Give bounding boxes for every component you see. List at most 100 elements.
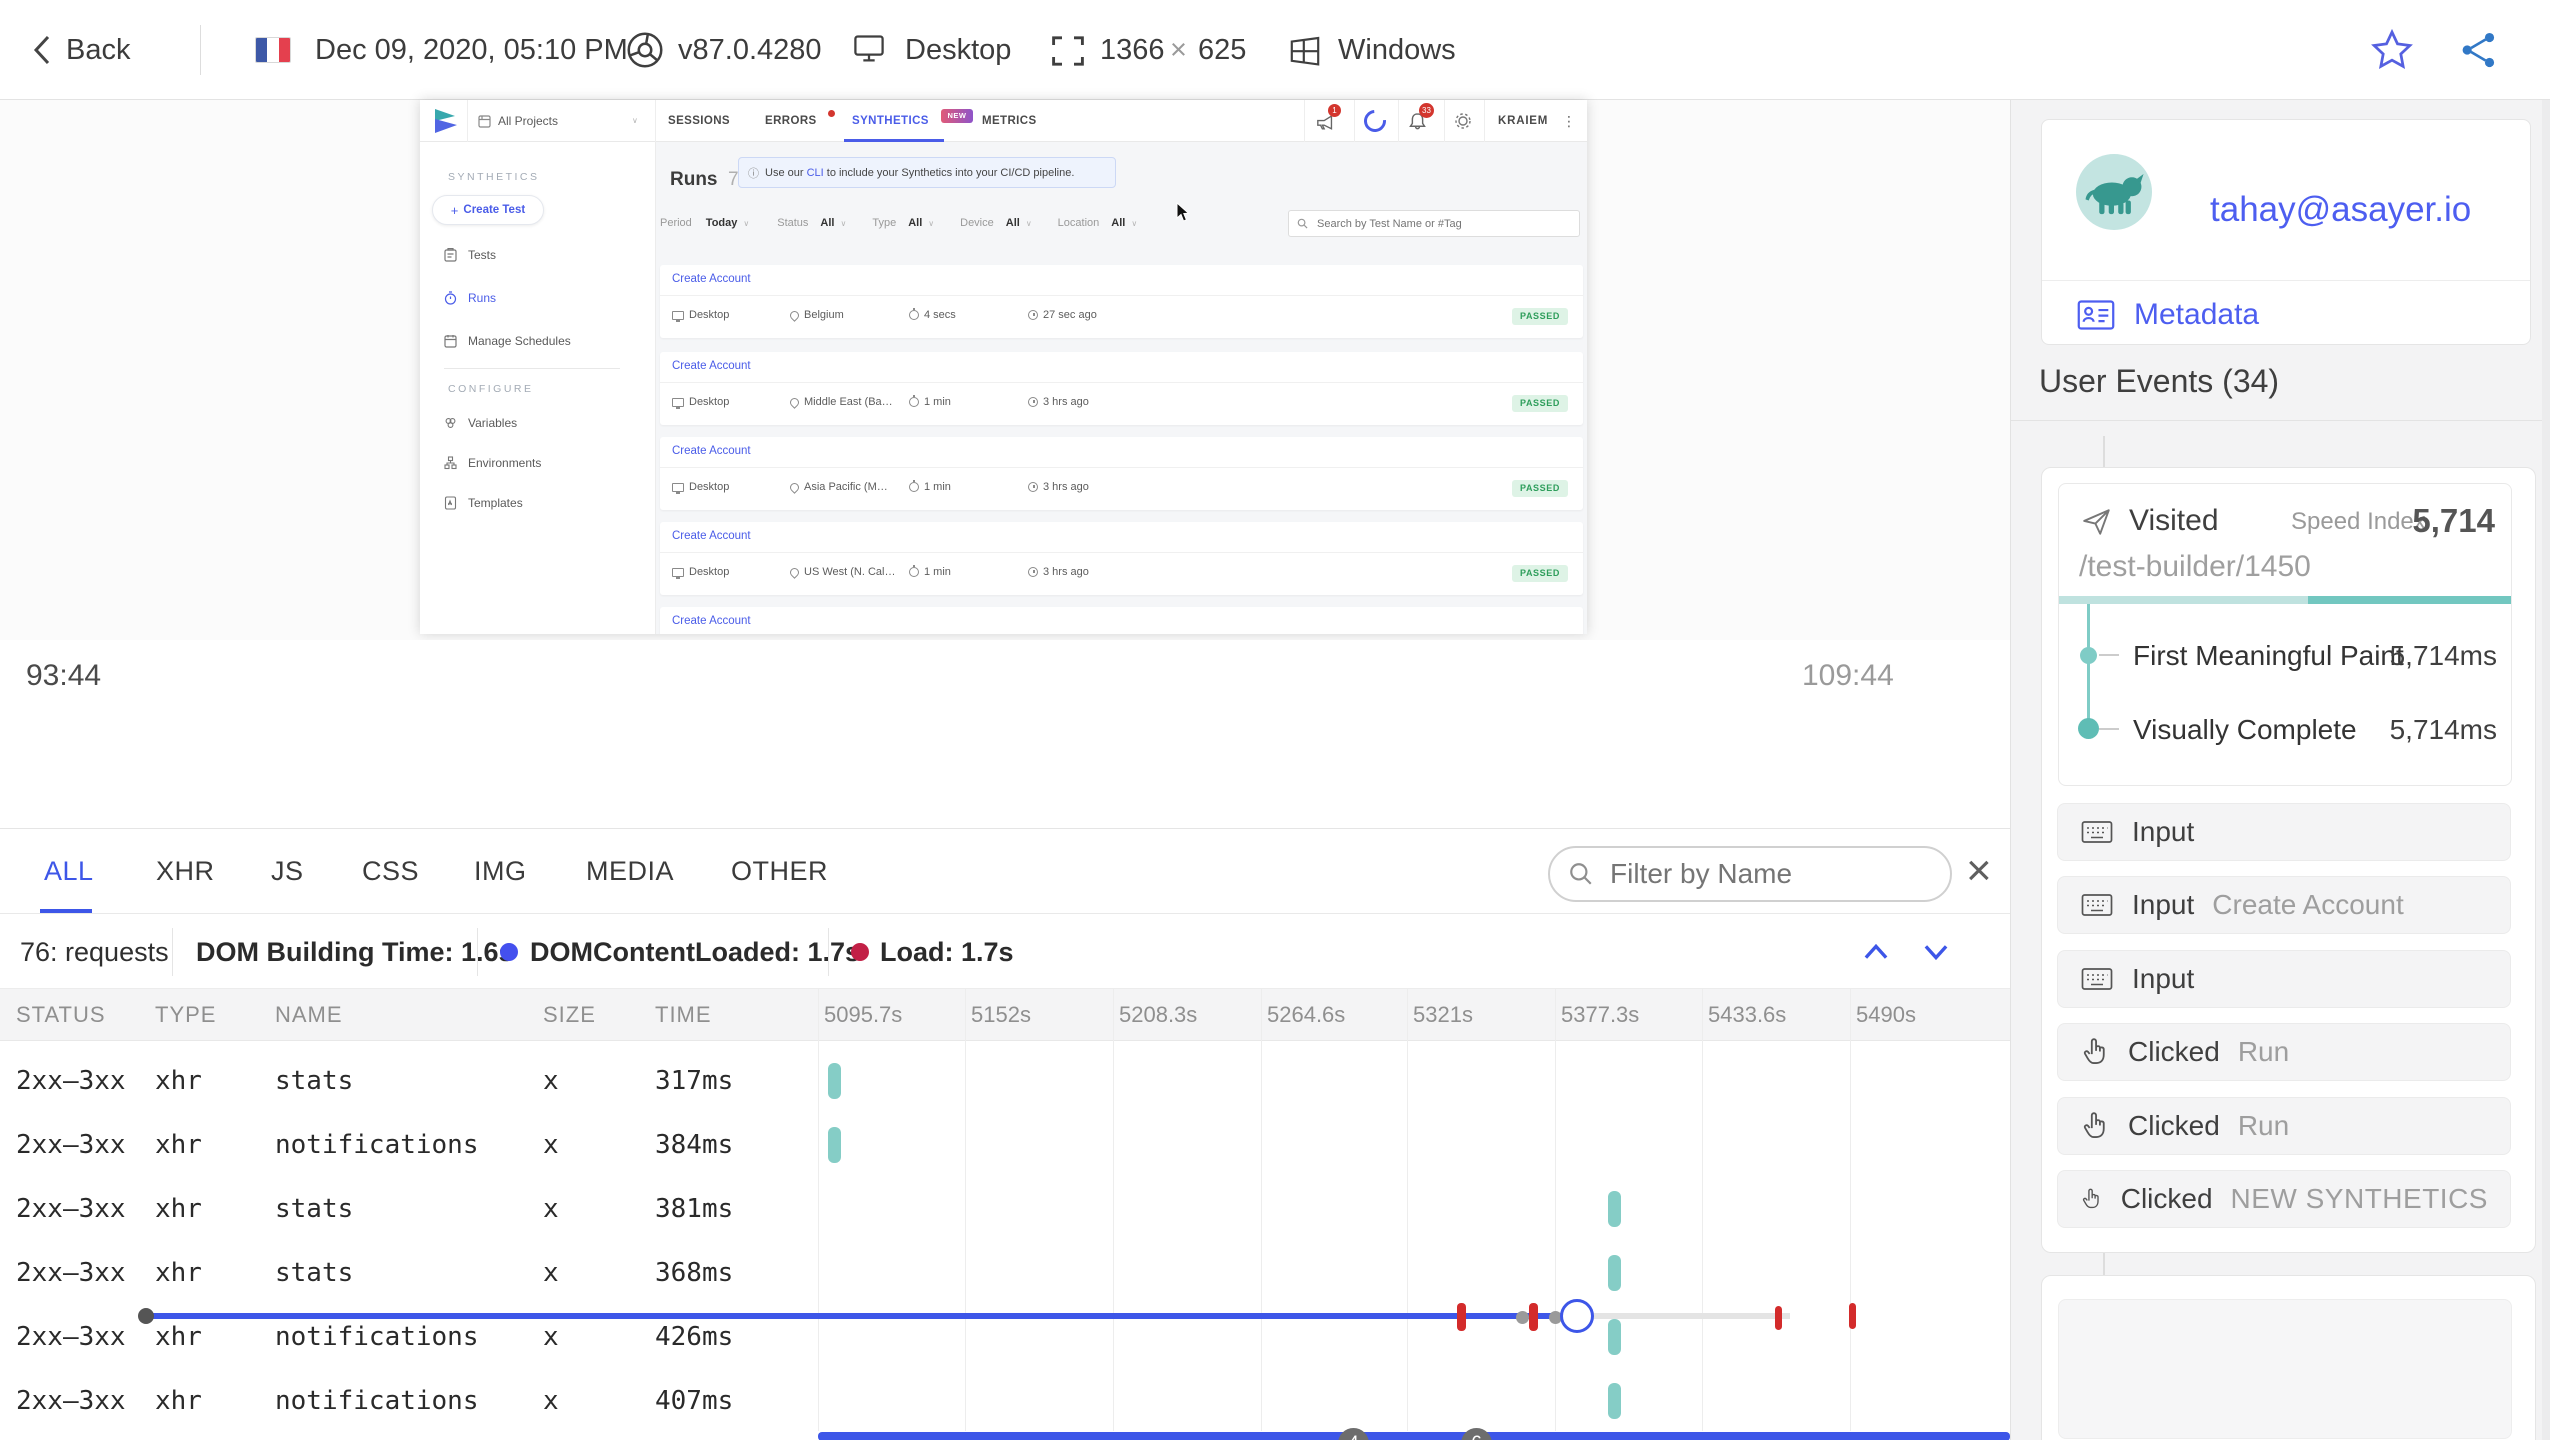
sidebar-scrollbar[interactable] bbox=[2542, 100, 2550, 1440]
run-title-link[interactable]: Create Account bbox=[672, 530, 751, 542]
duration-icon bbox=[909, 565, 919, 577]
tab-sessions[interactable]: SESSIONS bbox=[668, 100, 730, 142]
event-item-clicked[interactable]: Clicked NEW SYNTHETICS bbox=[2057, 1170, 2511, 1228]
device-icon bbox=[672, 397, 684, 409]
filter-location-value[interactable]: All bbox=[1111, 217, 1125, 229]
jump-down-icon[interactable] bbox=[1918, 934, 1954, 970]
settings-gear-icon[interactable] bbox=[1454, 112, 1472, 130]
tick-label: 5321s bbox=[1413, 1002, 1473, 1027]
user-menu[interactable]: KRAIEM bbox=[1498, 100, 1548, 142]
metric-dot bbox=[2078, 718, 2099, 739]
col-size[interactable]: SIZE bbox=[543, 989, 596, 1041]
sidebar-item-tests[interactable]: Tests bbox=[444, 248, 496, 262]
sidebar-item-manage-schedules[interactable]: Manage Schedules bbox=[444, 334, 571, 348]
timeline-progress bbox=[150, 1313, 1577, 1319]
net-tab-media[interactable]: MEDIA bbox=[586, 829, 674, 913]
event-item-clicked[interactable]: Clicked Run bbox=[2057, 1097, 2511, 1155]
request-row[interactable]: 2xx–3xx xhr stats x 381ms bbox=[0, 1177, 2010, 1241]
net-tab-img[interactable]: IMG bbox=[474, 829, 527, 913]
waterfall-scrollbar[interactable] bbox=[818, 1432, 2010, 1440]
run-title-link[interactable]: Create Account bbox=[672, 273, 751, 285]
back-button[interactable]: Back bbox=[66, 0, 130, 100]
network-summary-row: 76: requests DOM Building Time: 1.6s DOM… bbox=[0, 914, 2010, 989]
metric-connector-line bbox=[2087, 604, 2090, 728]
request-row[interactable]: 2xx–3xx xhr notifications x 407ms bbox=[0, 1369, 2010, 1433]
event-item-input[interactable]: Input Create Account bbox=[2057, 876, 2511, 934]
close-panel-icon[interactable]: × bbox=[1966, 843, 1992, 899]
dcl-marker-dot bbox=[500, 943, 518, 961]
run-card[interactable]: Create Account Desktop Middle East (Ba… … bbox=[660, 352, 1583, 425]
miniapp-sidebar: SYNTHETICS + Create Test Tests Runs Mana… bbox=[420, 142, 656, 634]
request-row[interactable]: 2xx–3xx xhr stats x 368ms bbox=[0, 1241, 2010, 1305]
filter-status-value[interactable]: All bbox=[820, 217, 834, 229]
speed-index-label: Speed Index bbox=[2291, 508, 2426, 535]
sidebar-section-configure: CONFIGURE bbox=[448, 383, 534, 395]
sidebar-item-templates[interactable]: Templates bbox=[444, 496, 523, 510]
request-waterfall-bar bbox=[1608, 1319, 1621, 1355]
timeline-error-marker[interactable] bbox=[1457, 1303, 1466, 1331]
kebab-menu-icon[interactable]: ⋮ bbox=[1562, 100, 1576, 142]
run-card[interactable]: Create Account Desktop Asia Pacific (M… … bbox=[660, 437, 1583, 510]
active-tab-underline bbox=[40, 909, 92, 913]
browser-version: v87.0.4280 bbox=[678, 34, 822, 66]
sidebar-item-runs[interactable]: Runs bbox=[444, 291, 496, 305]
filter-box[interactable] bbox=[1548, 846, 1952, 902]
runs-search-box[interactable] bbox=[1288, 210, 1580, 237]
timeline-error-marker[interactable] bbox=[1529, 1303, 1538, 1331]
net-tab-css[interactable]: CSS bbox=[362, 829, 419, 913]
variables-icon bbox=[445, 418, 456, 428]
playback-timeline[interactable]: 93:44 109:44 bbox=[0, 640, 2010, 1333]
timeline-event-dot[interactable] bbox=[1516, 1311, 1529, 1324]
filter-period-value[interactable]: Today bbox=[706, 217, 738, 229]
speed-index-value: 5,714 bbox=[2412, 502, 2495, 539]
col-type[interactable]: TYPE bbox=[155, 989, 216, 1041]
run-card[interactable]: Create Account Desktop US West (N. Cal… … bbox=[660, 522, 1583, 595]
jump-up-icon[interactable] bbox=[1858, 934, 1894, 970]
filter-type-value[interactable]: All bbox=[908, 217, 922, 229]
net-tab-all[interactable]: ALL bbox=[44, 829, 94, 913]
device-icon bbox=[672, 482, 684, 494]
back-chevron-icon[interactable] bbox=[30, 33, 56, 67]
col-name[interactable]: NAME bbox=[275, 989, 343, 1041]
net-tab-other[interactable]: OTHER bbox=[731, 829, 828, 913]
sidebar-item-environments[interactable]: Environments bbox=[444, 456, 541, 470]
tab-errors[interactable]: ERRORS bbox=[765, 100, 817, 142]
favorite-star-icon[interactable] bbox=[2370, 28, 2414, 72]
visited-event-card[interactable]: Visited Speed Index 5,714 /test-builder/… bbox=[2058, 483, 2512, 786]
project-selector[interactable]: All Projects bbox=[498, 100, 558, 142]
filter-by-name-input[interactable] bbox=[1608, 857, 1928, 891]
sidebar-item-variables[interactable]: Variables bbox=[444, 416, 517, 430]
event-item-input[interactable]: Input bbox=[2057, 950, 2511, 1008]
filter-device-value[interactable]: All bbox=[1006, 217, 1020, 229]
timeline-playhead-knob[interactable] bbox=[1560, 1299, 1594, 1333]
cli-link[interactable]: CLI bbox=[807, 167, 824, 179]
cli-banner: ⓘ Use our CLI to include your Synthetics… bbox=[738, 157, 1116, 188]
request-waterfall-bar bbox=[1608, 1383, 1621, 1419]
stopwatch-icon bbox=[444, 291, 457, 305]
runs-filter-bar: Period Today ∨ Status All ∨ Type All ∨ Device A… bbox=[660, 217, 1138, 229]
tab-synthetics[interactable]: SYNTHETICS bbox=[852, 100, 929, 142]
col-time[interactable]: TIME bbox=[655, 989, 712, 1041]
timeline-error-marker[interactable] bbox=[1849, 1303, 1856, 1329]
event-item-input[interactable]: Input bbox=[2057, 803, 2511, 861]
event-item-clicked[interactable]: Clicked Run bbox=[2057, 1023, 2511, 1081]
run-card[interactable]: Create Account Desktop Belgium 4 secs 27… bbox=[660, 265, 1583, 338]
request-waterfall-bar bbox=[1608, 1255, 1621, 1291]
request-row[interactable]: 2xx–3xx xhr stats x 317ms bbox=[0, 1049, 2010, 1113]
net-tab-xhr[interactable]: XHR bbox=[156, 829, 215, 913]
timeline-error-marker[interactable] bbox=[1775, 1306, 1782, 1330]
col-status[interactable]: STATUS bbox=[16, 989, 106, 1041]
request-row[interactable]: 2xx–3xx xhr notifications x 384ms bbox=[0, 1113, 2010, 1177]
net-tab-js[interactable]: JS bbox=[271, 829, 304, 913]
user-email[interactable]: tahay@asayer.io bbox=[2210, 190, 2471, 230]
run-title-link[interactable]: Create Account bbox=[672, 445, 751, 457]
run-title-link[interactable]: Create Account bbox=[672, 360, 751, 372]
share-icon[interactable] bbox=[2458, 28, 2500, 72]
runs-search-input[interactable] bbox=[1315, 216, 1565, 231]
run-card[interactable]: Create Account bbox=[660, 607, 1583, 634]
metadata-button[interactable]: Metadata bbox=[2076, 298, 2259, 332]
run-title-link[interactable]: Create Account bbox=[672, 615, 751, 627]
create-test-button[interactable]: + Create Test bbox=[432, 195, 544, 225]
duration-icon bbox=[909, 480, 919, 492]
tab-metrics[interactable]: METRICS bbox=[982, 100, 1037, 142]
